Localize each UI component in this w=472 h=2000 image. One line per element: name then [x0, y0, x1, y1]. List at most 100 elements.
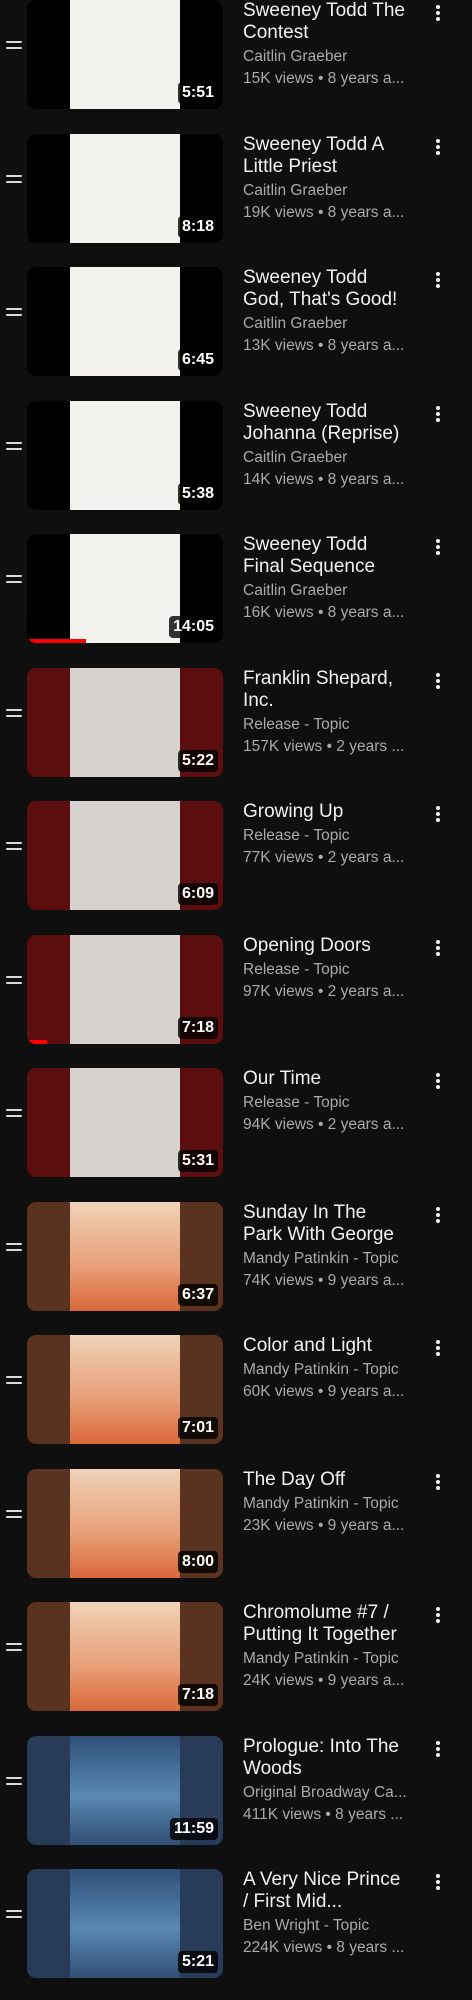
video-title[interactable]: Sweeney Todd Final Sequence: [243, 534, 409, 578]
video-meta[interactable]: Sweeney Todd The Contest Caitlin Graeber…: [243, 0, 409, 89]
drag-handle-icon[interactable]: [6, 41, 22, 51]
video-title[interactable]: A Very Nice Prince / First Mid...: [243, 1869, 409, 1913]
video-title[interactable]: Sweeney Todd A Little Priest: [243, 134, 409, 178]
video-title[interactable]: Sunday In The Park With George: [243, 1202, 409, 1246]
video-thumbnail[interactable]: 5:31: [27, 1068, 223, 1177]
playlist-item[interactable]: 7:18 Opening Doors Release - Topic 97K v…: [0, 924, 472, 1058]
playlist-item[interactable]: 5:22 Franklin Shepard, Inc. Release - To…: [0, 657, 472, 791]
channel-name: Mandy Patinkin - Topic: [243, 1650, 399, 1667]
duration-badge: 7:01: [177, 1417, 218, 1439]
playlist-item[interactable]: 6:45 Sweeney Todd God, That's Good! Cait…: [0, 256, 472, 390]
thumbnail-poster-image: [70, 667, 180, 777]
drag-handle-icon[interactable]: [6, 708, 22, 719]
more-vert-icon[interactable]: [434, 672, 442, 691]
video-title[interactable]: Chromolume #7 / Putting It Together: [243, 1602, 409, 1646]
video-meta[interactable]: Our Time Release - Topic 94K views • 2 y…: [243, 1068, 409, 1135]
more-vert-icon[interactable]: [434, 1073, 442, 1091]
video-thumbnail[interactable]: 7:18: [27, 934, 223, 1044]
video-meta[interactable]: Prologue: Into The Woods Original Broadw…: [243, 1736, 409, 1825]
video-thumbnail[interactable]: 5:51: [27, 0, 223, 109]
drag-handle-icon[interactable]: [6, 1376, 22, 1386]
video-title[interactable]: Color and Light: [243, 1335, 409, 1357]
video-meta[interactable]: Opening Doors Release - Topic 97K views …: [243, 935, 409, 1002]
more-vert-icon[interactable]: [434, 939, 442, 958]
video-title[interactable]: Growing Up: [243, 801, 409, 823]
drag-handle-icon[interactable]: [6, 174, 22, 185]
more-vert-icon[interactable]: [434, 1473, 442, 1492]
playlist-item[interactable]: 5:51 Sweeney Todd The Contest Caitlin Gr…: [0, 0, 472, 123]
playlist-item[interactable]: 6:09 Growing Up Release - Topic 77K view…: [0, 790, 472, 924]
video-meta[interactable]: Sweeney Todd Final Sequence Caitlin Grae…: [243, 534, 409, 623]
playlist-item[interactable]: 7:18 Chromolume #7 / Putting It Together…: [0, 1591, 472, 1725]
video-thumbnail[interactable]: 5:38: [27, 400, 223, 510]
video-thumbnail[interactable]: 6:37: [27, 1201, 223, 1311]
playlist-item[interactable]: 5:38 Sweeney Todd Johanna (Reprise) Cait…: [0, 390, 472, 524]
more-vert-icon[interactable]: [434, 1740, 442, 1759]
video-thumbnail[interactable]: 7:18: [27, 1602, 223, 1711]
more-vert-icon[interactable]: [434, 1340, 442, 1358]
playlist-item[interactable]: 5:21 A Very Nice Prince / First Mid... B…: [0, 1858, 472, 1992]
drag-handle-icon[interactable]: [6, 1910, 22, 1920]
video-title[interactable]: Franklin Shepard, Inc.: [243, 668, 409, 712]
video-thumbnail[interactable]: 6:09: [27, 801, 223, 910]
drag-handle-icon[interactable]: [6, 575, 22, 585]
more-vert-icon[interactable]: [434, 806, 442, 824]
more-vert-icon[interactable]: [434, 138, 442, 157]
drag-handle-icon[interactable]: [6, 1643, 22, 1653]
more-vert-icon[interactable]: [434, 272, 442, 290]
video-meta[interactable]: Growing Up Release - Topic 77K views • 2…: [243, 801, 409, 868]
duration-badge: 5:31: [177, 1150, 218, 1172]
video-title[interactable]: Sweeney Todd God, That's Good!: [243, 267, 409, 311]
video-title[interactable]: Sweeney Todd Johanna (Reprise): [243, 401, 409, 445]
video-thumbnail[interactable]: 7:01: [27, 1335, 223, 1444]
playlist-item[interactable]: 8:18 Sweeney Todd A Little Priest Caitli…: [0, 123, 472, 257]
video-meta[interactable]: Sunday In The Park With George Mandy Pat…: [243, 1202, 409, 1291]
drag-handle-icon[interactable]: [6, 1109, 22, 1119]
more-vert-icon[interactable]: [434, 405, 442, 424]
video-thumbnail[interactable]: 5:21: [27, 1869, 223, 1978]
video-meta[interactable]: Chromolume #7 / Putting It Together Mand…: [243, 1602, 409, 1691]
playlist-item[interactable]: 8:00 The Day Off Mandy Patinkin - Topic …: [0, 1458, 472, 1592]
more-vert-icon[interactable]: [434, 5, 442, 23]
drag-handle-icon[interactable]: [6, 842, 22, 852]
drag-handle-icon[interactable]: [6, 441, 22, 452]
channel-name: Caitlin Graeber: [243, 582, 348, 599]
drag-handle-icon[interactable]: [6, 975, 22, 986]
video-thumbnail[interactable]: 6:45: [27, 267, 223, 376]
video-meta[interactable]: The Day Off Mandy Patinkin - Topic 23K v…: [243, 1469, 409, 1536]
playlist-item[interactable]: 6:37 Sunday In The Park With George Mand…: [0, 1191, 472, 1325]
drag-handle-icon[interactable]: [6, 1509, 22, 1520]
video-thumbnail[interactable]: 8:18: [27, 133, 223, 243]
video-thumbnail[interactable]: 8:00: [27, 1468, 223, 1578]
video-meta[interactable]: Franklin Shepard, Inc. Release - Topic 1…: [243, 668, 409, 757]
playlist-item[interactable]: 14:05 Sweeney Todd Final Sequence Caitli…: [0, 523, 472, 657]
more-vert-icon[interactable]: [434, 1206, 442, 1225]
video-meta[interactable]: Sweeney Todd Johanna (Reprise) Caitlin G…: [243, 401, 409, 490]
more-vert-icon[interactable]: [434, 1607, 442, 1625]
video-title[interactable]: Opening Doors: [243, 935, 409, 957]
more-vert-icon[interactable]: [434, 539, 442, 557]
video-thumbnail[interactable]: 5:22: [27, 667, 223, 777]
video-title[interactable]: Sweeney Todd The Contest: [243, 0, 409, 44]
channel-name: Caitlin Graeber: [243, 315, 348, 332]
channel-name: Mandy Patinkin - Topic: [243, 1494, 399, 1512]
drag-handle-icon[interactable]: [6, 1242, 22, 1253]
video-thumbnail[interactable]: 14:05: [27, 534, 223, 643]
video-meta[interactable]: A Very Nice Prince / First Mid... Ben Wr…: [243, 1869, 409, 1958]
playlist-item[interactable]: 5:31 Our Time Release - Topic 94K views …: [0, 1057, 472, 1191]
thumbnail-poster-image: [70, 400, 180, 510]
video-title[interactable]: The Day Off: [243, 1469, 409, 1491]
more-vert-icon[interactable]: [434, 1874, 442, 1892]
playlist-item[interactable]: 11:59 Prologue: Into The Woods Original …: [0, 1725, 472, 1859]
drag-handle-icon[interactable]: [6, 308, 22, 318]
channel-name: Mandy Patinkin - Topic: [243, 1361, 399, 1378]
video-title[interactable]: Prologue: Into The Woods: [243, 1736, 409, 1780]
duration-badge: 6:37: [177, 1283, 218, 1306]
video-meta[interactable]: Sweeney Todd God, That's Good! Caitlin G…: [243, 267, 409, 356]
video-meta[interactable]: Sweeney Todd A Little Priest Caitlin Gra…: [243, 134, 409, 223]
video-title[interactable]: Our Time: [243, 1068, 409, 1090]
drag-handle-icon[interactable]: [6, 1776, 22, 1787]
playlist-item[interactable]: 7:01 Color and Light Mandy Patinkin - To…: [0, 1324, 472, 1458]
video-thumbnail[interactable]: 11:59: [27, 1735, 223, 1845]
video-meta[interactable]: Color and Light Mandy Patinkin - Topic 6…: [243, 1335, 409, 1402]
